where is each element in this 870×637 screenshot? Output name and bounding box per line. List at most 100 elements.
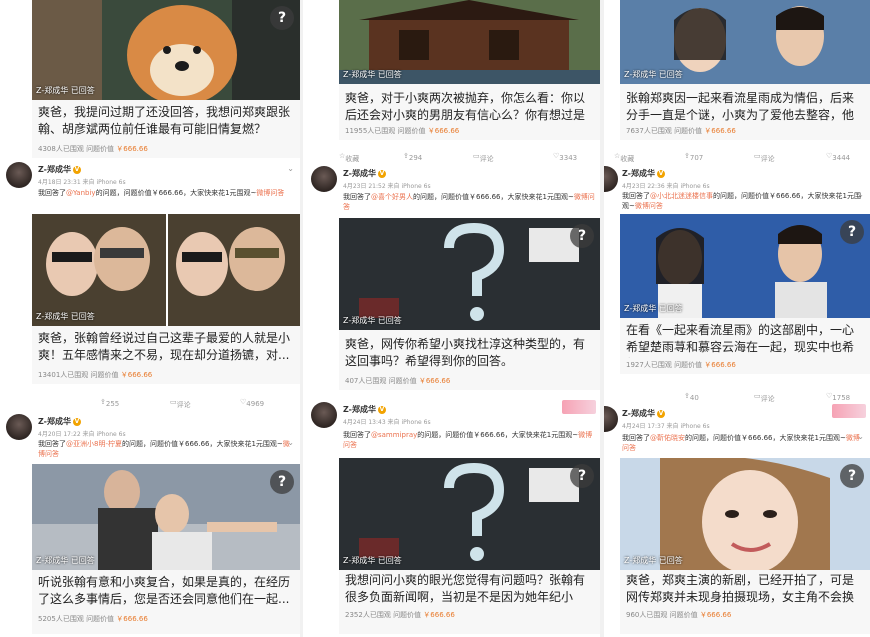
share-count: 294	[408, 154, 423, 162]
user-name[interactable]: Z-郑成华 V	[622, 168, 665, 179]
question-text[interactable]: 爽爸，张翰曾经说过自己这辈子最爱的人就是小爽！五年感情来之不易，现在却分道扬镳，…	[38, 330, 294, 366]
answered-label: Z-郑成华 已回答	[36, 86, 95, 95]
collect-label: 收藏	[345, 155, 360, 163]
post-body: 我回答了@靳佑晓安的问题，问题价值￥666.66，大家快来花1元围观~微博问答	[622, 433, 866, 453]
qa-card[interactable]: ? Z-郑成华 已回答 爽爸，我提问过期了还没回答，我想问郑爽跟张翰、胡彦斌两位…	[0, 0, 300, 158]
price-prefix: 问题价值	[669, 611, 698, 619]
qa-card[interactable]: Z-郑成华 已回答 张翰郑爽因一起来看流星雨成为情侣，后来分手一直是个谜，小爽为…	[604, 0, 870, 140]
question-icon[interactable]: ?	[570, 464, 594, 488]
like-count: 1758	[832, 394, 851, 402]
post-time: 4月23日 21:52 来自 iPhone 6s	[343, 183, 431, 190]
views-count: 407人已围观	[345, 377, 387, 385]
question-text[interactable]: 爽爸，我提问过期了还没回答，我想问郑爽跟张翰、胡彦斌两位前任谁最有可能旧情复燃？	[38, 104, 294, 140]
user-name[interactable]: Z-郑成华 V	[622, 408, 665, 419]
qa-card[interactable]: ? Z-郑成华 已回答 我想问问小爽的眼光您觉得有问题吗？张翰有很多负面新闻啊，…	[303, 458, 600, 634]
qa-image[interactable]: ? Z-郑成华 已回答	[32, 0, 300, 100]
feed-column-2: Z-郑成华 已回答 爽爸，对于小爽两次被抛弃，你怎么看：你以后还会对小爽的男朋友…	[303, 0, 600, 637]
qa-image[interactable]: ? Z-郑成华 已回答	[620, 458, 870, 570]
share-button[interactable]: ⇪ 294	[403, 152, 422, 162]
like-button[interactable]: ♡ 1758	[826, 392, 850, 402]
qa-image[interactable]: ? Z-郑成华 已回答	[339, 218, 600, 330]
question-text[interactable]: 听说张翰有意和小爽复合，如果是真的，在经历了这么多事情后，您是否还会同意他们在一…	[38, 574, 294, 610]
question-text[interactable]: 在看《一起来看流星雨》的这部剧中，一心希望楚雨荨和慕容云海在一起，现实中也希望小…	[626, 322, 864, 358]
avatar[interactable]	[604, 166, 618, 192]
comment-button[interactable]: ▭ 评论	[754, 152, 775, 163]
qa-image[interactable]: Z-郑成华 已回答	[339, 0, 600, 84]
collect-button[interactable]: ☆ 收藏	[339, 152, 359, 163]
comment-button[interactable]: ▭ 评论	[170, 398, 191, 409]
ask-suffix: 的问题，问题价值￥666.66，大家快来花1元围观~	[417, 431, 579, 439]
price: ￥666.66	[418, 377, 451, 385]
question-text[interactable]: 爽爸，对于小爽两次被抛弃，你怎么看：你以后还会对小爽的男朋友有信心么？你有想过是…	[345, 90, 594, 124]
verified-icon: V	[72, 417, 81, 426]
mention-link[interactable]: @靳佑晓安	[650, 434, 685, 442]
share-button[interactable]: ⇪ 40	[684, 392, 699, 402]
price: ￥666.66	[423, 611, 455, 619]
avatar[interactable]	[6, 414, 32, 440]
qa-image[interactable]: ? Z-郑成华 已回答	[339, 458, 600, 570]
like-button[interactable]: ♡ 3343	[553, 152, 577, 162]
share-button[interactable]: ⇪ 255	[100, 398, 119, 408]
comment-button[interactable]: ▭ 评论	[473, 152, 494, 163]
chevron-down-icon[interactable]: ⌄	[287, 164, 294, 173]
post-time: 4月24日 17:37 来自 iPhone 6s	[622, 423, 710, 430]
qa-card-body: Z-郑成华 已回答 爽爸，张翰曾经说过自己这辈子最爱的人就是小爽！五年感情来之不…	[32, 214, 300, 384]
mention-link[interactable]: @sammipray	[371, 431, 417, 439]
qa-card[interactable]: ? Z-郑成华 已回答 听说张翰有意和小爽复合，如果是真的，在经历了这么多事情后…	[0, 464, 300, 634]
like-button[interactable]: ♡ 3444	[826, 152, 850, 162]
collect-button[interactable]: ☆ 收藏	[614, 152, 634, 163]
avatar[interactable]	[6, 162, 32, 188]
price-prefix: 问题价值	[397, 127, 426, 135]
answered-label: Z-郑成华 已回答	[624, 556, 683, 565]
share-count: 707	[689, 154, 704, 162]
avatar[interactable]	[311, 402, 337, 428]
views-count: 5205人已围观	[38, 615, 84, 623]
question-icon[interactable]: ?	[570, 224, 594, 248]
user-name[interactable]: Z-郑成华 V	[38, 164, 81, 175]
question-text[interactable]: 我想问问小爽的眼光您觉得有问题吗？张翰有很多负面新闻啊，当初是不是因为她年纪小啊…	[345, 572, 594, 608]
views-stats: 2352人已围观 问题价值 ￥666.66	[345, 610, 455, 620]
qa-image[interactable]: Z-郑成华 已回答	[32, 214, 300, 326]
price: ￥666.66	[427, 127, 460, 135]
user-name[interactable]: Z-郑成华 V	[343, 168, 386, 179]
qa-card[interactable]: Z-郑成华 已回答 爽爸，对于小爽两次被抛弃，你怎么看：你以后还会对小爽的男朋友…	[303, 0, 600, 140]
question-text[interactable]: 张翰郑爽因一起来看流星雨成为情侣，后来分手一直是个谜，小爽为了爱他去整容，他们之…	[626, 90, 864, 124]
qa-image[interactable]: Z-郑成华 已回答	[620, 0, 870, 84]
mention-link[interactable]: @Yanbiy	[66, 189, 96, 197]
views-stats: 5205人已围观 问题价值 ￥666.66	[38, 614, 148, 624]
question-icon[interactable]: ?	[840, 220, 864, 244]
qa-card-body: ? Z-郑成华 已回答 在看《一起来看流星雨》的这部剧中，一心希望楚雨荨和慕容云…	[620, 214, 870, 374]
views-count: 13401人已围观	[38, 371, 89, 379]
qa-link[interactable]: 微博问答	[635, 202, 663, 210]
share-count: 40	[689, 394, 699, 402]
question-icon[interactable]: ?	[270, 6, 294, 30]
comment-button[interactable]: ▭ 评论	[754, 392, 775, 403]
mention-link[interactable]: @喜个好男人	[371, 193, 413, 201]
qa-link[interactable]: 微博问答	[256, 189, 284, 197]
post-time: 4月23日 22:36 来自 iPhone 6s	[622, 183, 710, 190]
avatar[interactable]	[311, 166, 337, 192]
share-button[interactable]: ⇪ 707	[684, 152, 703, 162]
question-text[interactable]: 爽爸，郑爽主演的新剧，已经开拍了，可是网传郑爽并未现身拍摄现场，女主角不会换人了…	[626, 572, 864, 608]
verified-icon: V	[656, 169, 665, 178]
qa-image[interactable]: ? Z-郑成华 已回答	[32, 464, 300, 570]
promo-ribbon	[562, 400, 596, 414]
qa-card[interactable]: ? Z-郑成华 已回答 爽爸，网传你希望小爽找杜淳这种类型的，有这回事吗？希望得…	[303, 218, 600, 390]
qa-card[interactable]: ? Z-郑成华 已回答 爽爸，郑爽主演的新剧，已经开拍了，可是网传郑爽并未现身拍…	[604, 458, 870, 634]
user-name-text: Z-郑成华	[622, 169, 655, 178]
like-button[interactable]: ♡ 4969	[240, 398, 264, 408]
mention-link[interactable]: @小北北迷迷楼信事	[650, 192, 713, 200]
question-icon[interactable]: ?	[270, 470, 294, 494]
avatar[interactable]	[604, 406, 618, 432]
weibo-post-header: Z-郑成华 V 4月24日 13:43 来自 iPhone 6s 我回答了@sam…	[303, 400, 600, 456]
user-name[interactable]: Z-郑成华 V	[38, 416, 81, 427]
answered-label: Z-郑成华 已回答	[343, 316, 402, 325]
user-name[interactable]: Z-郑成华 V	[343, 404, 386, 415]
question-icon[interactable]: ?	[840, 464, 864, 488]
answered-label: Z-郑成华 已回答	[36, 556, 95, 565]
mention-link[interactable]: @亚洲小8明-柠夏	[66, 440, 122, 448]
qa-card[interactable]: Z-郑成华 已回答 爽爸，张翰曾经说过自己这辈子最爱的人就是小爽！五年感情来之不…	[0, 214, 300, 384]
question-text[interactable]: 爽爸，网传你希望小爽找杜淳这种类型的，有这回事吗？希望得到你的回答。	[345, 336, 594, 372]
qa-card[interactable]: ? Z-郑成华 已回答 在看《一起来看流星雨》的这部剧中，一心希望楚雨荨和慕容云…	[604, 214, 870, 374]
qa-image[interactable]: ? Z-郑成华 已回答	[620, 214, 870, 318]
